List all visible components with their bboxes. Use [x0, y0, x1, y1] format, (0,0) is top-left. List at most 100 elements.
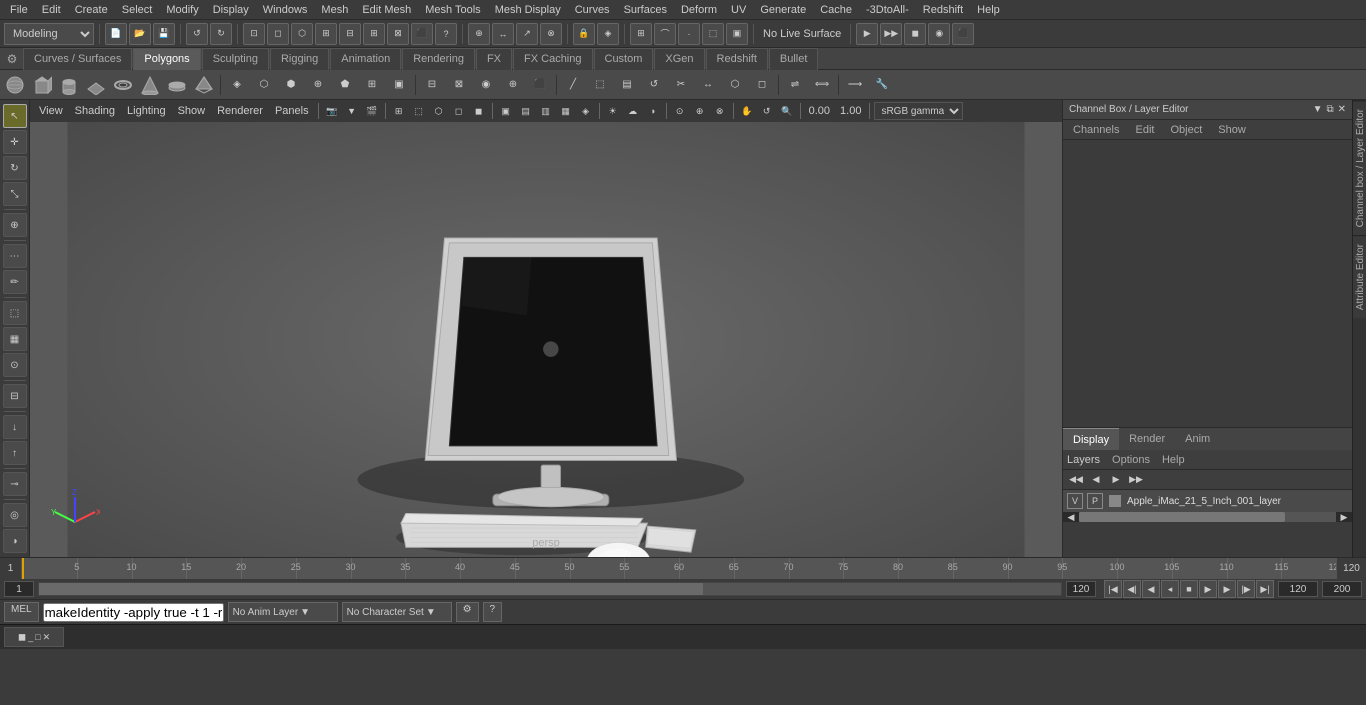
shelf-append[interactable]: ⊕	[305, 72, 331, 98]
pb-play-back[interactable]: ◂	[1161, 580, 1179, 598]
trans-btn[interactable]: ⊕	[468, 23, 490, 45]
open-scene-btn[interactable]: 📂	[129, 23, 151, 45]
menu-mesh-display[interactable]: Mesh Display	[489, 2, 567, 18]
res-icon2[interactable]: ⊗	[711, 102, 729, 120]
new-scene-btn[interactable]: 📄	[105, 23, 127, 45]
silhouette-btn[interactable]: ◑	[3, 529, 27, 553]
shelf-transfer-attr[interactable]: ⟶	[842, 72, 868, 98]
pb-stop[interactable]: ■	[1180, 580, 1198, 598]
display-icon3[interactable]: ⬡	[430, 102, 448, 120]
display-icon1[interactable]: ⊞	[390, 102, 408, 120]
snap-down-btn[interactable]: ↓	[3, 415, 27, 439]
menu-edit-mesh[interactable]: Edit Mesh	[356, 2, 417, 18]
menu-modify[interactable]: Modify	[160, 2, 204, 18]
tab-xgen[interactable]: XGen	[654, 48, 704, 70]
box-mode-btn[interactable]: ⬚	[3, 301, 27, 325]
menu-cache[interactable]: Cache	[814, 2, 858, 18]
layer-visibility-btn[interactable]: V	[1067, 493, 1083, 509]
paint-btn[interactable]: ⬡	[291, 23, 313, 45]
le-subtab-help[interactable]: Help	[1162, 454, 1185, 466]
render-btn[interactable]: ▶	[856, 23, 878, 45]
menu-help[interactable]: Help	[971, 2, 1006, 18]
res-icon1[interactable]: ⊕	[691, 102, 709, 120]
rotate-tool-btn[interactable]: ↻	[3, 156, 27, 180]
menu-surfaces[interactable]: Surfaces	[618, 2, 673, 18]
zoom-icon[interactable]: 🔍	[778, 102, 796, 120]
display-icon5[interactable]: ◼	[470, 102, 488, 120]
display-icon2[interactable]: ⬚	[410, 102, 428, 120]
shelf-combine[interactable]: ⊟	[419, 72, 445, 98]
shelf-subdiv[interactable]: ▣	[386, 72, 412, 98]
le-last-btn[interactable]: ▶▶	[1127, 472, 1145, 488]
taskbar-close-btn[interactable]: ✕	[43, 632, 51, 643]
vp-menu-show[interactable]: Show	[173, 103, 211, 119]
menu-generate[interactable]: Generate	[754, 2, 812, 18]
taskbar-min-btn[interactable]: _	[28, 632, 33, 642]
vp-menu-lighting[interactable]: Lighting	[122, 103, 171, 119]
snap-proj-btn[interactable]: ⬚	[702, 23, 724, 45]
shelf-torus[interactable]	[110, 72, 136, 98]
save-scene-btn[interactable]: 💾	[153, 23, 175, 45]
shelf-cylinder[interactable]	[56, 72, 82, 98]
render3-btn[interactable]: ◼	[904, 23, 926, 45]
shelf-cleanup[interactable]: 🔧	[869, 72, 895, 98]
menu-edit[interactable]: Edit	[36, 2, 67, 18]
menu-deform[interactable]: Deform	[675, 2, 723, 18]
vertex-btn[interactable]: ⊙	[3, 353, 27, 377]
render4-btn[interactable]: ◉	[928, 23, 950, 45]
le-tab-render[interactable]: Render	[1119, 428, 1175, 450]
render5-btn[interactable]: ⬛	[952, 23, 974, 45]
pb-prev[interactable]: ◀	[1142, 580, 1160, 598]
le-tab-display[interactable]: Display	[1063, 428, 1119, 450]
render2-btn[interactable]: ▶▶	[880, 23, 902, 45]
shelf-crease[interactable]: ◻	[749, 72, 775, 98]
move-tool-btn[interactable]: ✛	[3, 130, 27, 154]
prefs-btn[interactable]: ⚙	[456, 602, 479, 622]
vtab-channel-box[interactable]: Channel box / Layer Editor	[1353, 100, 1366, 235]
shading-icon1[interactable]: ▣	[497, 102, 515, 120]
pb-next[interactable]: ▶	[1218, 580, 1236, 598]
snap-curve-btn[interactable]: ⌒	[654, 23, 676, 45]
anim-layer-dropdown[interactable]: No Anim Layer ▼	[228, 602, 338, 622]
shading-icon3[interactable]: ▥	[537, 102, 555, 120]
range-end-input[interactable]	[1066, 581, 1096, 597]
command-input[interactable]	[43, 603, 224, 622]
light-icon1[interactable]: ☀	[604, 102, 622, 120]
tab-rendering[interactable]: Rendering	[402, 48, 475, 70]
snap1-btn[interactable]: ⊞	[315, 23, 337, 45]
tab-curves-surfaces[interactable]: Curves / Surfaces	[23, 48, 132, 70]
shelf-plane[interactable]	[83, 72, 109, 98]
shelf-bevel[interactable]: ⬡	[722, 72, 748, 98]
shelf-extrude[interactable]: ⬡	[251, 72, 277, 98]
pan-icon[interactable]: ✋	[738, 102, 756, 120]
snap4-btn[interactable]: ⊠	[387, 23, 409, 45]
shelf-sel-mode[interactable]: ◈	[224, 72, 250, 98]
vp-menu-view[interactable]: View	[34, 103, 68, 119]
tab-fx[interactable]: FX	[476, 48, 512, 70]
shelf-spin-edge[interactable]: ↺	[641, 72, 667, 98]
lasso-select-btn[interactable]: ⋯	[3, 244, 27, 268]
shelf-disk[interactable]	[164, 72, 190, 98]
cb-close-btn[interactable]: ✕	[1338, 104, 1346, 115]
shelf-multi-cut[interactable]: ✂	[668, 72, 694, 98]
shelf-mirror2[interactable]: ⟺	[809, 72, 835, 98]
show-manip-btn[interactable]: ⊕	[3, 213, 27, 237]
scale-tool-btn[interactable]: ⤡	[3, 182, 27, 206]
shelf-extract[interactable]: ◉	[473, 72, 499, 98]
lasso-btn[interactable]: ◻	[267, 23, 289, 45]
shelf-cone[interactable]	[137, 72, 163, 98]
tab-polygons[interactable]: Polygons	[133, 48, 200, 70]
range-max-input[interactable]	[1322, 581, 1362, 597]
le-prev-btn[interactable]: ◀	[1087, 472, 1105, 488]
rot-btn[interactable]: ↔	[492, 23, 514, 45]
cb-collapse-btn[interactable]: ▼	[1313, 104, 1323, 115]
le-subtab-layers[interactable]: Layers	[1067, 454, 1100, 466]
menu-mesh[interactable]: Mesh	[315, 2, 354, 18]
char-set-dropdown[interactable]: No Character Set ▼	[342, 602, 452, 622]
redo-btn[interactable]: ↻	[210, 23, 232, 45]
lock-btn[interactable]: 🔒	[573, 23, 595, 45]
display-icon4[interactable]: ◻	[450, 102, 468, 120]
snap-point-btn[interactable]: ·	[678, 23, 700, 45]
shelf-offset-edge[interactable]: ▤	[614, 72, 640, 98]
pb-prev-key[interactable]: ◀|	[1123, 580, 1141, 598]
